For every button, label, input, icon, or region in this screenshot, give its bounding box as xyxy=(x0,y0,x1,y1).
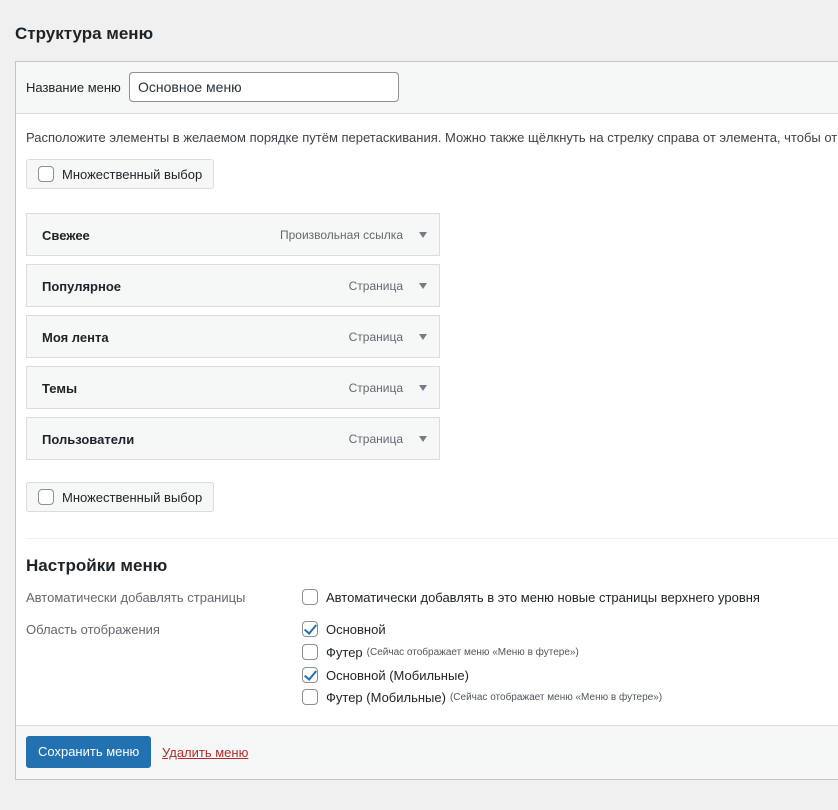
menu-item-type: Страница xyxy=(348,279,403,293)
bulk-select-checkbox[interactable] xyxy=(38,489,54,505)
auto-add-label: Автоматически добавлять страницы xyxy=(26,590,246,605)
drag-instructions: Расположите элементы в желаемом порядке … xyxy=(26,130,838,145)
location-option-footer-mobile[interactable]: Футер (Мобильные) (Сейчас отображает мен… xyxy=(302,689,662,705)
section-divider xyxy=(26,538,838,539)
location-checkbox[interactable] xyxy=(302,667,318,683)
bulk-select-label: Множественный выбор xyxy=(62,167,203,182)
expand-arrow-icon[interactable] xyxy=(419,436,427,442)
expand-arrow-icon[interactable] xyxy=(419,385,427,391)
menu-item[interactable]: Темы Страница xyxy=(26,366,440,409)
menu-footer: Сохранить меню Удалить меню xyxy=(16,725,838,779)
expand-arrow-icon[interactable] xyxy=(419,232,427,238)
location-option-footer[interactable]: Футер (Сейчас отображает меню «Меню в фу… xyxy=(302,644,579,660)
location-label: Футер (Мобильные) xyxy=(326,689,446,705)
location-note: (Сейчас отображает меню «Меню в футере») xyxy=(366,646,579,658)
expand-arrow-icon[interactable] xyxy=(419,283,427,289)
location-checkbox[interactable] xyxy=(302,644,318,660)
bulk-select-label: Множественный выбор xyxy=(62,490,203,505)
menu-item-title: Популярное xyxy=(42,279,122,294)
bulk-select-bottom[interactable]: Множественный выбор xyxy=(26,482,214,512)
bulk-select-checkbox[interactable] xyxy=(38,166,54,182)
location-option-primary-mobile[interactable]: Основной (Мобильные) xyxy=(302,667,469,683)
location-label: Футер xyxy=(326,644,363,660)
menu-item-type: Страница xyxy=(348,381,403,395)
auto-add-option[interactable]: Автоматически добавлять в это меню новые… xyxy=(302,589,760,605)
location-label: Основной (Мобильные) xyxy=(326,667,469,683)
menu-settings-title: Настройки меню xyxy=(26,556,168,575)
menu-item[interactable]: Популярное Страница xyxy=(26,264,440,307)
bulk-select-top[interactable]: Множественный выбор xyxy=(26,159,214,189)
menu-item-type: Страница xyxy=(348,330,403,344)
menu-item-title: Темы xyxy=(42,381,78,396)
page-title: Структура меню xyxy=(15,24,154,43)
location-checkbox[interactable] xyxy=(302,621,318,637)
menu-item-type: Страница xyxy=(348,432,403,446)
location-label: Основной xyxy=(326,621,386,637)
menu-name-label: Название меню xyxy=(26,80,121,95)
auto-add-option-label: Автоматически добавлять в это меню новые… xyxy=(326,589,760,605)
location-option-primary[interactable]: Основной xyxy=(302,621,386,637)
menu-item[interactable]: Пользователи Страница xyxy=(26,417,440,460)
auto-add-checkbox[interactable] xyxy=(302,589,318,605)
delete-menu-link[interactable]: Удалить меню xyxy=(162,745,248,760)
menu-item[interactable]: Свежее Произвольная ссылка xyxy=(26,213,440,256)
expand-arrow-icon[interactable] xyxy=(419,334,427,340)
save-menu-button[interactable]: Сохранить меню xyxy=(26,736,152,768)
display-location-label: Область отображения xyxy=(26,622,160,637)
menu-item-type: Произвольная ссылка xyxy=(279,228,403,242)
location-checkbox[interactable] xyxy=(302,689,318,705)
menu-item-title: Свежее xyxy=(42,228,90,243)
menu-item-title: Пользователи xyxy=(42,432,135,447)
menu-structure-panel: Название меню Расположите элементы в жел… xyxy=(15,61,838,780)
menu-item[interactable]: Моя лента Страница xyxy=(26,315,440,358)
menu-item-title: Моя лента xyxy=(42,330,109,345)
location-note: (Сейчас отображает меню «Меню в футере») xyxy=(449,691,663,703)
menu-name-header: Название меню xyxy=(16,62,838,114)
menu-name-input[interactable] xyxy=(129,72,399,102)
